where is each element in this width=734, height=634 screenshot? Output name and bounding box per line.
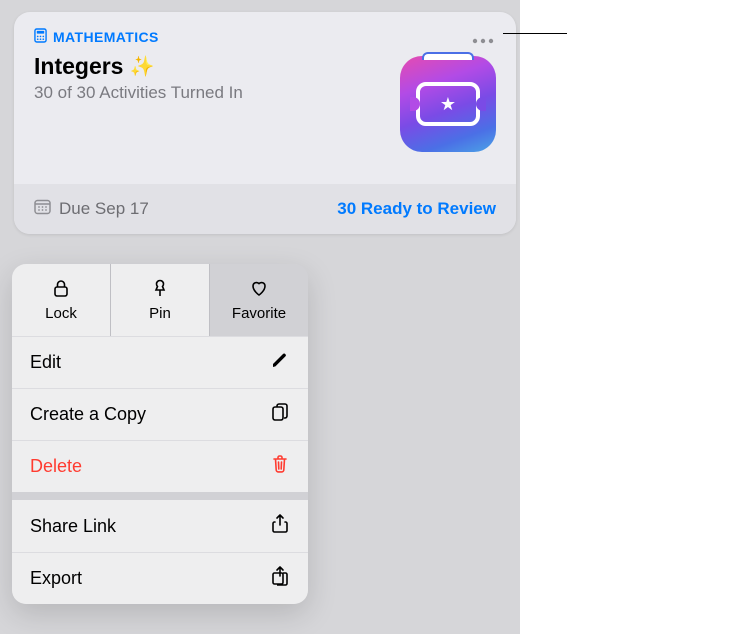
subject-row: MATHEMATICS <box>34 28 496 46</box>
star-icon: ★ <box>440 94 456 115</box>
copy-label: Create a Copy <box>30 404 146 425</box>
ticket-icon: ★ <box>416 82 480 126</box>
pin-button[interactable]: Pin <box>111 264 210 336</box>
subject-label: MATHEMATICS <box>53 29 159 45</box>
lock-label: Lock <box>45 305 77 322</box>
export-icon <box>270 565 290 592</box>
export-label: Export <box>30 568 82 589</box>
edit-item[interactable]: Edit <box>12 336 308 388</box>
due-label: Due Sep 17 <box>59 199 149 219</box>
share-link-item[interactable]: Share Link <box>12 500 308 552</box>
delete-item[interactable]: Delete <box>12 440 308 492</box>
edit-label: Edit <box>30 352 61 373</box>
sparkles-icon: ✨ <box>129 57 154 77</box>
favorite-button[interactable]: Favorite <box>210 264 308 336</box>
delete-label: Delete <box>30 456 82 477</box>
menu-separator <box>12 492 308 500</box>
calculator-icon <box>34 28 47 46</box>
calendar-icon <box>34 198 51 220</box>
copy-icon <box>270 401 290 428</box>
more-button[interactable] <box>468 30 498 50</box>
share-label: Share Link <box>30 516 116 537</box>
assignment-card[interactable]: MATHEMATICS Integers ✨ 30 of 30 Activiti… <box>14 12 516 234</box>
card-footer: Due Sep 17 30 Ready to Review <box>14 184 516 234</box>
pin-icon <box>150 278 170 302</box>
share-icon <box>270 513 290 540</box>
pencil-icon <box>270 349 290 376</box>
ready-to-review-link[interactable]: 30 Ready to Review <box>337 199 496 219</box>
callout-line <box>503 33 567 34</box>
lock-icon <box>51 278 71 302</box>
pin-label: Pin <box>149 305 171 322</box>
heart-icon <box>249 278 269 302</box>
context-menu: Lock Pin Favorite <box>12 264 308 604</box>
activity-app-icon: ★ <box>400 56 496 152</box>
ellipsis-icon <box>472 31 494 49</box>
create-copy-item[interactable]: Create a Copy <box>12 388 308 440</box>
due-date: Due Sep 17 <box>34 198 149 220</box>
lock-button[interactable]: Lock <box>12 264 111 336</box>
export-item[interactable]: Export <box>12 552 308 604</box>
assignment-title: Integers <box>34 53 123 80</box>
trash-icon <box>270 453 290 480</box>
favorite-label: Favorite <box>232 305 286 322</box>
